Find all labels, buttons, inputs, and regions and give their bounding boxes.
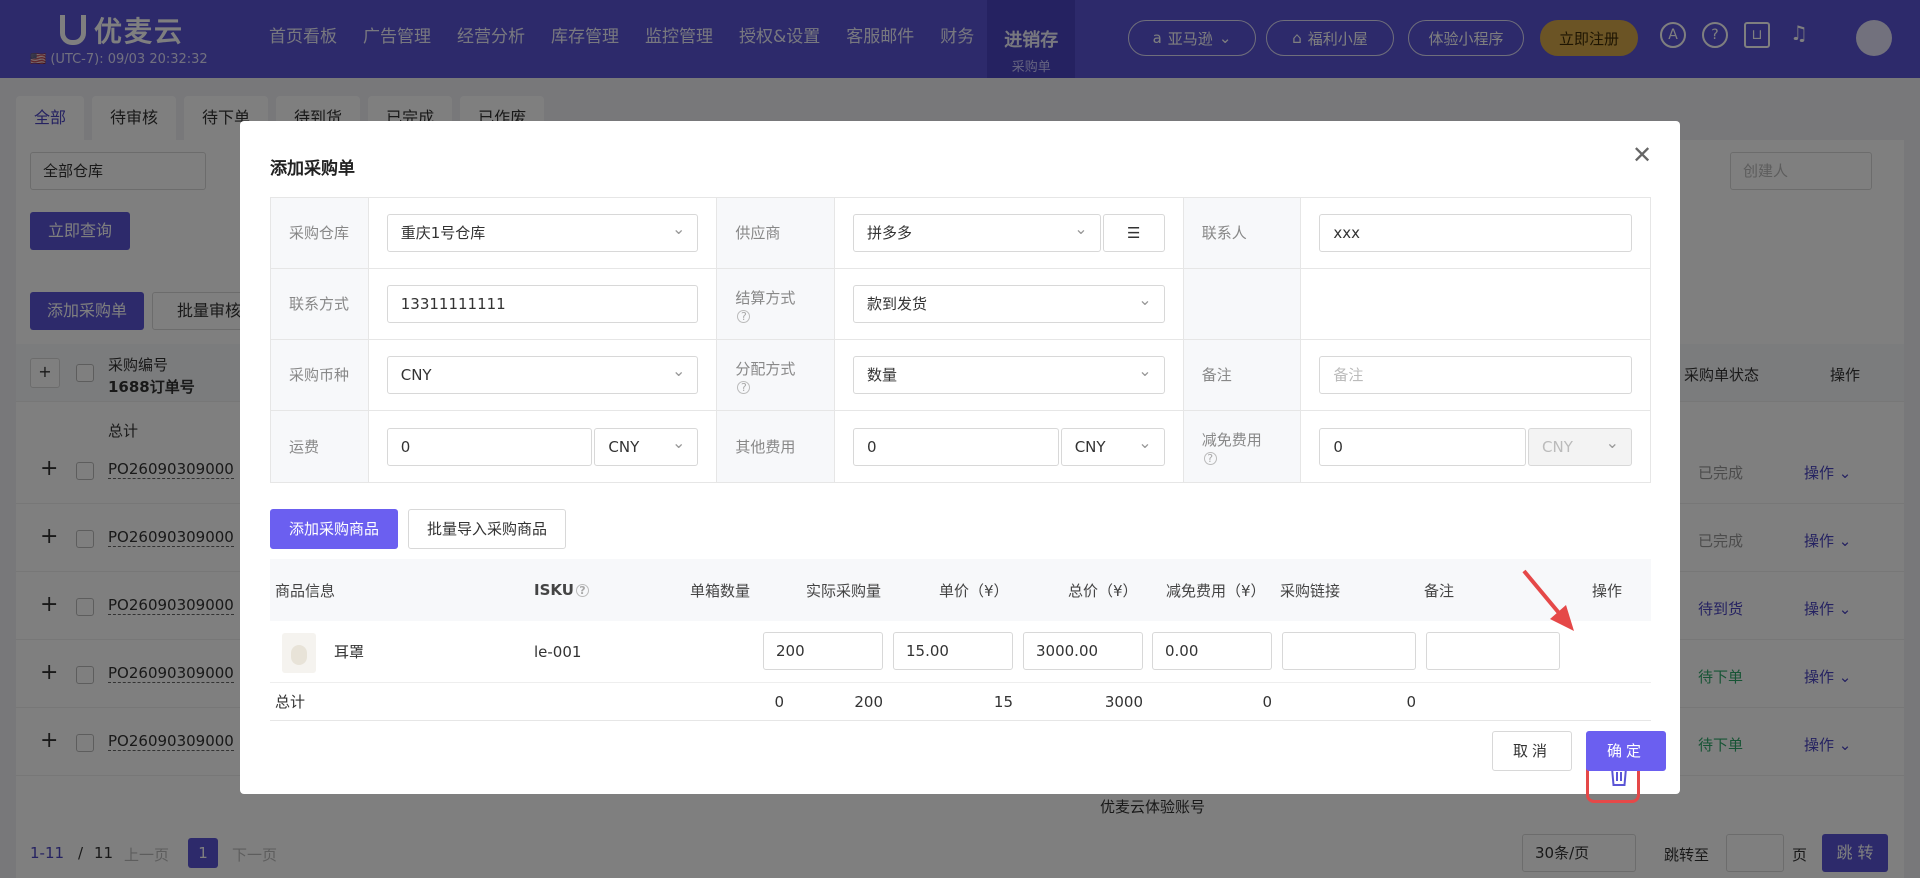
total-label: 总计	[275, 693, 306, 711]
total-link: 0	[1406, 692, 1416, 711]
total-actual-qty: 200	[854, 692, 883, 711]
settle-label: 结算方式	[735, 288, 796, 307]
actual-qty-input[interactable]: 200	[763, 632, 883, 670]
alloc-cell: 数量	[835, 340, 1184, 410]
discount-cell: 0 CNY	[1301, 411, 1650, 482]
remark-input[interactable]: 备注	[1319, 356, 1633, 394]
warehouse-label: 采购仓库	[271, 198, 369, 268]
remark-label: 备注	[1183, 340, 1302, 410]
remark-cell: 备注	[1301, 340, 1650, 410]
col-operation: 操作	[1592, 581, 1623, 600]
empty-label	[1183, 269, 1302, 339]
dialog-title: 添加采购单	[270, 159, 355, 179]
goods-row: 耳罩 le-001 0 200 15.00 3000.00 0.00	[270, 621, 1651, 683]
help-icon[interactable]: ?	[737, 380, 751, 394]
discount-input-row[interactable]: 0.00	[1152, 632, 1272, 670]
col-discount: 减免费用（¥）	[1166, 581, 1266, 600]
goods-isku: le-001	[534, 642, 582, 661]
goods-actions: 添加采购商品 批量导入采购商品	[270, 509, 567, 549]
currency-label: 采购币种	[271, 340, 369, 410]
settle-cell: 款到发货	[835, 269, 1184, 339]
total-unit-price: 15	[993, 692, 1013, 711]
other-currency-select[interactable]: CNY	[1060, 425, 1165, 466]
currency-cell: CNY	[369, 340, 718, 410]
col-isku: ISKU?	[534, 559, 589, 621]
order-form: 采购仓库 重庆1号仓库 供应商 拼多多 ☰ 联系人 xxx 联系方式 13311…	[270, 197, 1651, 483]
other-fee-cell: 0 CNY	[835, 411, 1184, 482]
settle-select[interactable]: 款到发货	[853, 282, 1165, 323]
settle-label-cell: 结算方式 ?	[717, 269, 836, 339]
warehouse-select[interactable]: 重庆1号仓库	[386, 211, 699, 252]
goods-table-header: 商品信息 ISKU? 单箱数量 实际采购量 单价（¥） 总价（¥） 减免费用（¥…	[270, 559, 1651, 621]
supplier-select[interactable]: 拼多多	[853, 211, 1101, 252]
discount-label-cell: 减免费用 ?	[1183, 411, 1302, 482]
alloc-select[interactable]: 数量	[853, 353, 1165, 394]
col-link: 采购链接	[1280, 581, 1341, 600]
freight-currency-select[interactable]: CNY	[594, 425, 699, 466]
help-icon[interactable]: ?	[575, 583, 589, 597]
goods-total-row: 总计 0 200 15 3000 0 0	[270, 683, 1651, 721]
row-remark-input[interactable]	[1426, 632, 1560, 670]
supplier-list-button[interactable]: ☰	[1102, 214, 1165, 252]
goods-table: 商品信息 ISKU? 单箱数量 实际采购量 单价（¥） 总价（¥） 减免费用（¥…	[270, 559, 1651, 721]
discount-currency-select: CNY	[1528, 425, 1633, 466]
col-isku-label: ISKU	[534, 581, 574, 599]
help-icon[interactable]: ?	[1203, 452, 1217, 465]
add-goods-button[interactable]: 添加采购商品	[270, 509, 399, 549]
phone-label: 联系方式	[271, 269, 369, 339]
menu-icon: ☰	[1126, 224, 1141, 242]
col-actual-qty: 实际采购量	[806, 581, 882, 600]
form-row: 联系方式 13311111111 结算方式 ? 款到发货	[271, 269, 1650, 340]
col-remark: 备注	[1424, 581, 1455, 600]
other-fee-label: 其他费用	[717, 411, 836, 482]
supplier-cell: 拼多多 ☰	[835, 198, 1184, 268]
phone-cell: 13311111111	[369, 269, 718, 339]
currency-select[interactable]: CNY	[386, 353, 699, 394]
freight-label: 运费	[271, 411, 369, 482]
total-price-sum: 3000	[1104, 692, 1143, 711]
form-row: 采购币种 CNY 分配方式 ? 数量 备注 备注	[271, 340, 1650, 411]
total-price-input[interactable]: 3000.00	[1023, 632, 1143, 670]
dialog-footer: 取消 确定	[1492, 731, 1667, 771]
goods-name: 耳罩	[334, 643, 365, 661]
product-thumbnail	[282, 633, 316, 673]
col-unit-price: 单价（¥）	[939, 581, 1009, 600]
col-total-price: 总价（¥）	[1068, 581, 1138, 600]
other-fee-input[interactable]: 0	[853, 427, 1059, 466]
empty-cell	[1301, 269, 1650, 339]
confirm-button[interactable]: 确定	[1586, 731, 1667, 771]
import-goods-button[interactable]: 批量导入采购商品	[408, 509, 567, 549]
phone-input[interactable]: 13311111111	[386, 285, 699, 323]
alloc-label: 分配方式	[735, 359, 796, 378]
alloc-label-cell: 分配方式 ?	[717, 340, 836, 410]
col-unit-qty: 单箱数量	[690, 581, 751, 600]
contact-cell: xxx	[1301, 198, 1650, 268]
total-discount: 0	[1262, 692, 1272, 711]
contact-input[interactable]: xxx	[1319, 214, 1633, 252]
freight-cell: 0 CNY	[369, 411, 718, 482]
freight-input[interactable]: 0	[386, 427, 593, 466]
close-icon[interactable]: ✕	[1632, 141, 1652, 169]
help-icon[interactable]: ?	[737, 309, 751, 323]
contact-label: 联系人	[1183, 198, 1302, 268]
arrow-pointer-icon	[1522, 569, 1574, 631]
add-purchase-order-dialog: 添加采购单 ✕ 采购仓库 重庆1号仓库 供应商 拼多多 ☰ 联系人 xxx 联系…	[240, 121, 1680, 803]
warehouse-cell: 重庆1号仓库	[369, 198, 718, 268]
discount-input[interactable]: 0	[1319, 427, 1527, 466]
purchase-link-input[interactable]	[1282, 632, 1416, 670]
total-unit-qty: 0	[774, 692, 784, 711]
cancel-button[interactable]: 取消	[1492, 731, 1573, 771]
discount-label: 减免费用	[1201, 431, 1262, 449]
unit-price-input[interactable]: 15.00	[893, 632, 1013, 670]
supplier-label: 供应商	[717, 198, 836, 268]
form-row: 采购仓库 重庆1号仓库 供应商 拼多多 ☰ 联系人 xxx	[271, 198, 1650, 269]
form-row: 运费 0 CNY 其他费用 0 CNY 减免费用 ? 0 CNY	[271, 411, 1650, 482]
col-goods-info: 商品信息	[275, 581, 336, 600]
